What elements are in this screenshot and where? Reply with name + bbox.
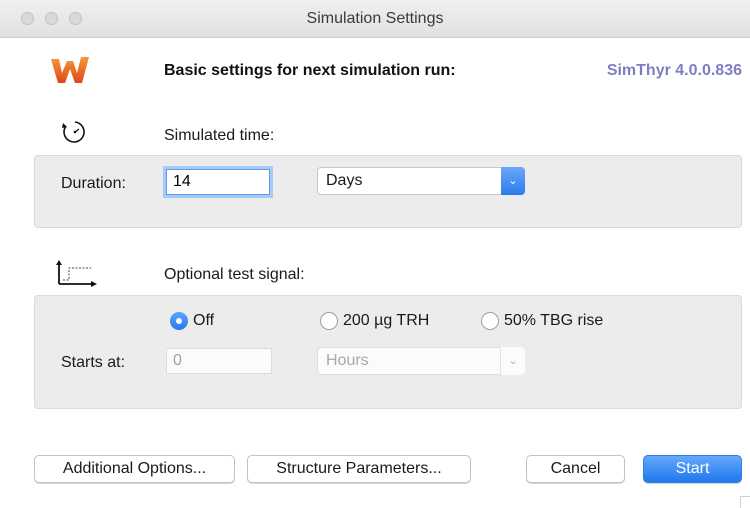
test-signal-panel: Off 200 µg TRH 50% TBG rise Starts at: H…: [34, 295, 742, 409]
version-label: SimThyr 4.0.0.836: [606, 62, 742, 79]
simulated-time-label: Simulated time:: [164, 127, 275, 144]
radio-indicator: [170, 312, 188, 330]
start-button[interactable]: Start: [643, 455, 742, 483]
duration-unit-value: Days: [326, 172, 363, 189]
clock-icon: [62, 121, 85, 143]
starts-at-input[interactable]: [166, 348, 272, 374]
radio-trh[interactable]: 200 µg TRH: [320, 312, 429, 330]
duration-input[interactable]: [166, 169, 270, 195]
starts-at-unit-value: Hours: [326, 352, 369, 369]
starts-at-unit-select[interactable]: Hours ⌄: [317, 347, 525, 375]
radio-indicator: [481, 312, 499, 330]
structure-parameters-button[interactable]: Structure Parameters...: [247, 455, 471, 483]
radio-indicator: [320, 312, 338, 330]
radio-tbg[interactable]: 50% TBG rise: [481, 312, 603, 330]
window-titlebar: Simulation Settings: [0, 0, 750, 38]
chevron-down-icon: ⌄: [501, 167, 525, 195]
radio-trh-label: 200 µg TRH: [343, 312, 430, 329]
additional-options-button[interactable]: Additional Options...: [34, 455, 235, 483]
step-signal-icon: [56, 260, 97, 287]
radio-off-label: Off: [193, 312, 215, 329]
simulated-time-panel: Duration: Days ⌄: [34, 155, 742, 228]
page-heading: Basic settings for next simulation run:: [164, 62, 456, 79]
duration-unit-select[interactable]: Days ⌄: [317, 167, 525, 195]
cancel-button[interactable]: Cancel: [526, 455, 625, 483]
chevron-down-icon: ⌄: [500, 347, 525, 375]
simthyr-logo-icon: [51, 57, 89, 83]
test-signal-label: Optional test signal:: [164, 266, 305, 283]
starts-at-label: Starts at:: [61, 354, 126, 371]
radio-tbg-label: 50% TBG rise: [504, 312, 604, 329]
resize-handle[interactable]: [740, 496, 750, 508]
radio-off[interactable]: Off: [170, 312, 214, 330]
duration-label: Duration:: [61, 175, 126, 192]
window-title: Simulation Settings: [306, 10, 444, 27]
